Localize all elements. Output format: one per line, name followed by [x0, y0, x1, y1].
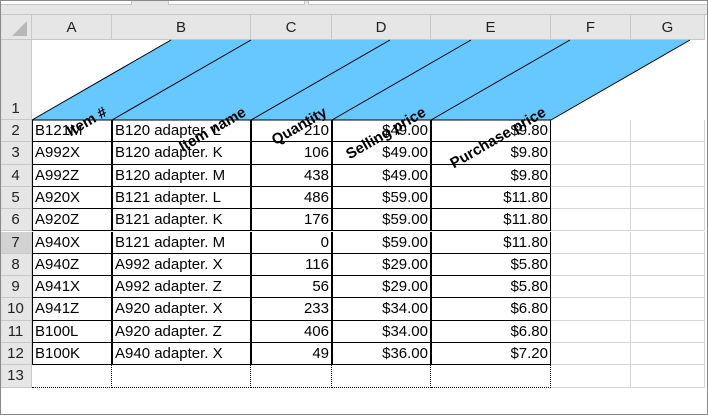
cell-A11[interactable]: B100L: [32, 321, 112, 343]
cell-E10[interactable]: $6.80: [431, 298, 551, 320]
cell-A2[interactable]: B121M: [32, 120, 112, 142]
cell-E5[interactable]: $11.80: [431, 187, 551, 209]
cell-E3[interactable]: $9.80: [431, 142, 551, 164]
cell-D2[interactable]: $49.00: [332, 120, 431, 142]
cell-C6[interactable]: 176: [251, 209, 332, 231]
cell-E11[interactable]: $6.80: [431, 321, 551, 343]
cell-D4[interactable]: $49.00: [332, 165, 431, 187]
header-fill: [32, 40, 690, 120]
cell-B9[interactable]: A992 adapter. Z: [112, 276, 251, 298]
cell-D5[interactable]: $59.00: [332, 187, 431, 209]
cell-C10[interactable]: 233: [251, 298, 332, 320]
cell-A12[interactable]: B100K: [32, 343, 112, 365]
cell-C9[interactable]: 56: [251, 276, 332, 298]
cell-B8[interactable]: A992 adapter. X: [112, 254, 251, 276]
cell-B2[interactable]: B120 adapter. L: [112, 120, 251, 142]
cell-E8[interactable]: $5.80: [431, 254, 551, 276]
cell-E9[interactable]: $5.80: [431, 276, 551, 298]
cell-A4[interactable]: A992Z: [32, 165, 112, 187]
cell-C5[interactable]: 486: [251, 187, 332, 209]
cell-B6[interactable]: B121 adapter. K: [112, 209, 251, 231]
cell-B5[interactable]: B121 adapter. L: [112, 187, 251, 209]
cell-C7[interactable]: 0: [251, 232, 332, 254]
cell-D11[interactable]: $34.00: [332, 321, 431, 343]
cell-D3[interactable]: $49.00: [332, 142, 431, 164]
cell-B10[interactable]: A920 adapter. X: [112, 298, 251, 320]
cell-E4[interactable]: $9.80: [431, 165, 551, 187]
cell-B12[interactable]: A940 adapter. X: [112, 343, 251, 365]
cell-B3[interactable]: B120 adapter. K: [112, 142, 251, 164]
cell-E12[interactable]: $7.20: [431, 343, 551, 365]
cell-C4[interactable]: 438: [251, 165, 332, 187]
cell-D7[interactable]: $59.00: [332, 232, 431, 254]
cell-A7[interactable]: A940X: [32, 232, 112, 254]
cell-D6[interactable]: $59.00: [332, 209, 431, 231]
cell-B7[interactable]: B121 adapter. M: [112, 232, 251, 254]
cell-E6[interactable]: $11.80: [431, 209, 551, 231]
cell-D9[interactable]: $29.00: [332, 276, 431, 298]
cell-C2[interactable]: 210: [251, 120, 332, 142]
cell-A10[interactable]: A941Z: [32, 298, 112, 320]
cell-C11[interactable]: 406: [251, 321, 332, 343]
cell-C3[interactable]: 106: [251, 142, 332, 164]
cell-A6[interactable]: A920Z: [32, 209, 112, 231]
cell-C12[interactable]: 49: [251, 343, 332, 365]
cell-D10[interactable]: $34.00: [332, 298, 431, 320]
cell-B11[interactable]: A920 adapter. Z: [112, 321, 251, 343]
cell-D12[interactable]: $36.00: [332, 343, 431, 365]
cell-A5[interactable]: A920X: [32, 187, 112, 209]
cell-A8[interactable]: A940Z: [32, 254, 112, 276]
cell-E7[interactable]: $11.80: [431, 232, 551, 254]
cell-A3[interactable]: A992X: [32, 142, 112, 164]
cell-E2[interactable]: $9.80: [431, 120, 551, 142]
cell-C8[interactable]: 116: [251, 254, 332, 276]
cell-A9[interactable]: A941X: [32, 276, 112, 298]
cell-D8[interactable]: $29.00: [332, 254, 431, 276]
cell-B4[interactable]: B120 adapter. M: [112, 165, 251, 187]
